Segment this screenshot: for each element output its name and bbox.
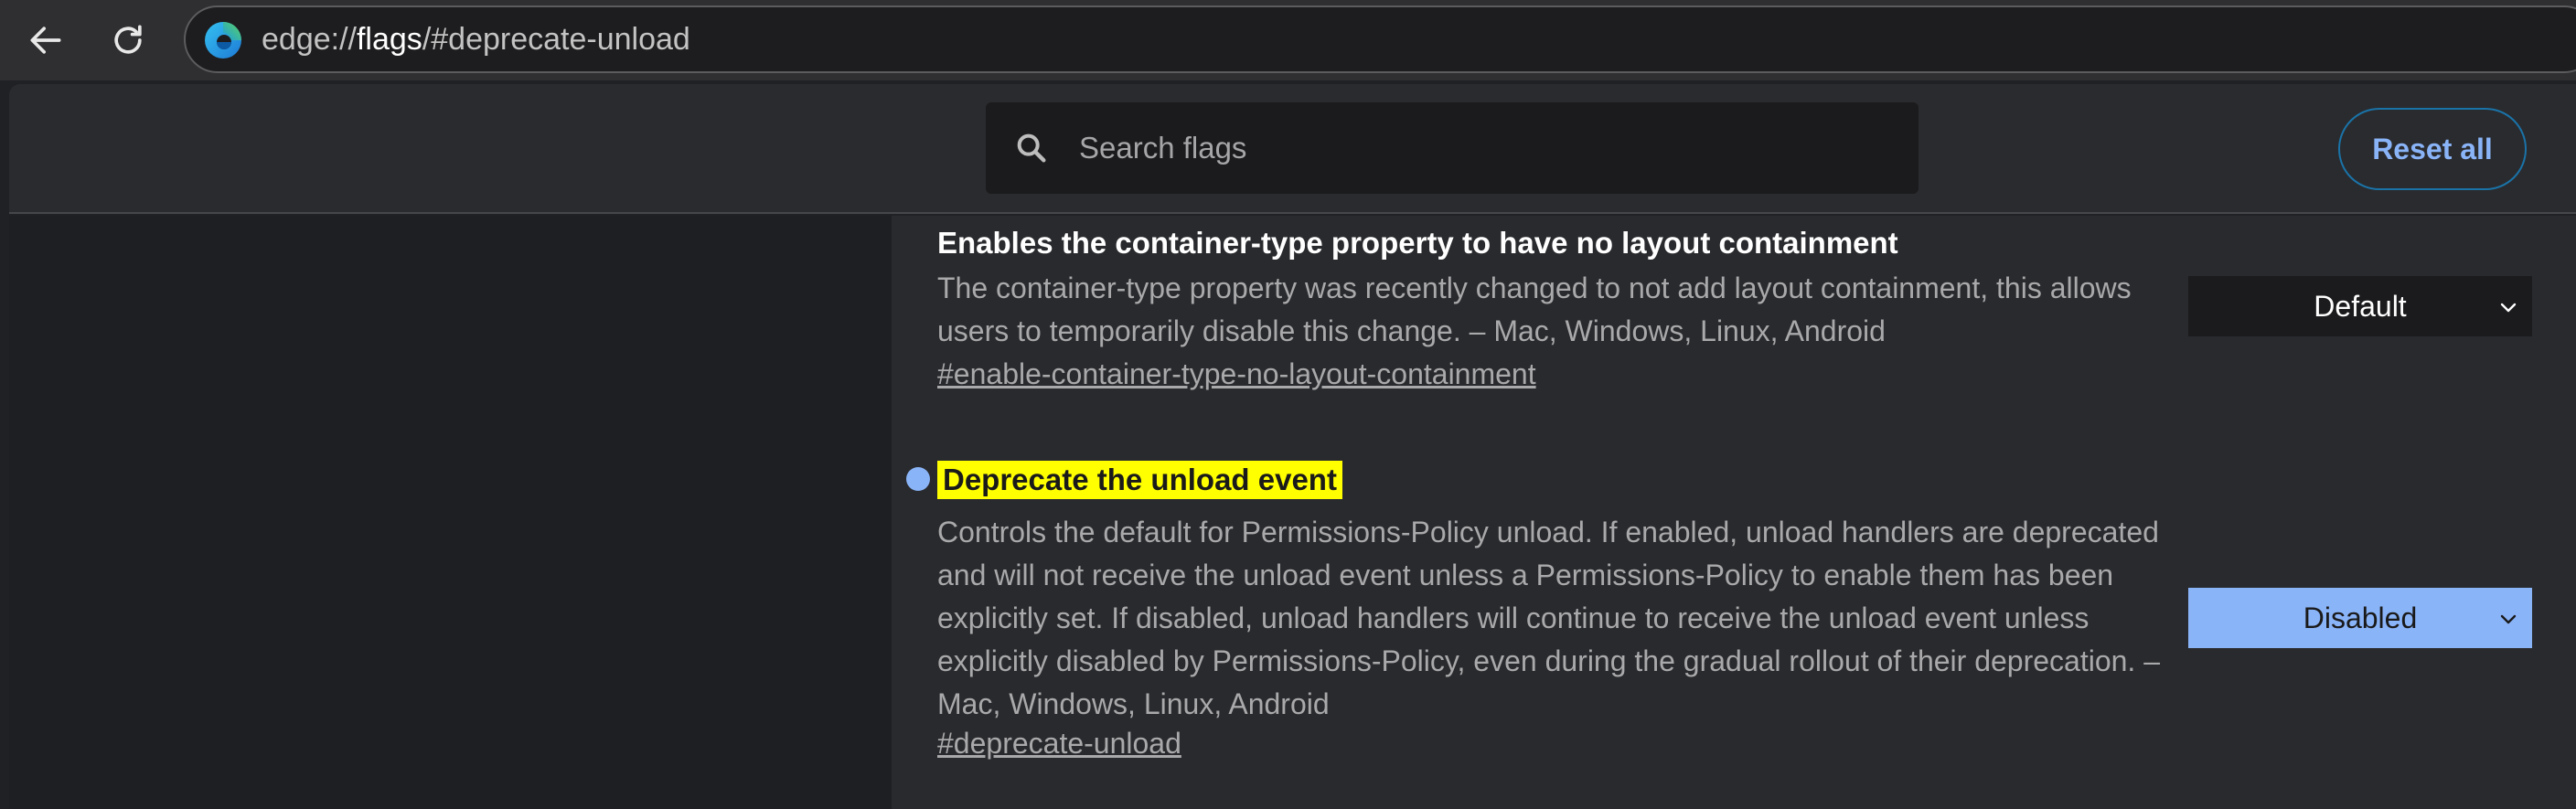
- url-text[interactable]: edge://flags/#deprecate-unload: [262, 7, 690, 71]
- flag-description: Controls the default for Permissions-Pol…: [937, 516, 2160, 720]
- flag-title: Enables the container-type property to h…: [937, 226, 1898, 260]
- flag-title: Deprecate the unload event: [937, 461, 1342, 499]
- reload-icon: [114, 25, 142, 54]
- flag-select-value: Disabled: [2303, 601, 2418, 634]
- reset-all-button[interactable]: Reset all: [2338, 108, 2527, 190]
- url-host: flags: [356, 22, 422, 57]
- edge-logo-icon: [205, 22, 241, 59]
- back-button[interactable]: [16, 11, 75, 69]
- flags-page: Reset all Enables the container-type pro…: [9, 84, 2576, 809]
- flag-select-value: Default: [2314, 289, 2407, 323]
- flag-select[interactable]: Disabled: [2188, 588, 2532, 648]
- search-box[interactable]: [986, 102, 1919, 194]
- flag-link[interactable]: #enable-container-type-no-layout-contain…: [937, 357, 1536, 391]
- url-path: /#deprecate-unload: [422, 22, 690, 57]
- browser-toolbar: edge://flags/#deprecate-unload: [0, 0, 2576, 80]
- flag-item-highlighted: Deprecate the unload event Controls the …: [892, 453, 2576, 809]
- search-input[interactable]: [1077, 102, 1900, 194]
- back-arrow-icon: [30, 27, 61, 54]
- address-bar[interactable]: edge://flags/#deprecate-unload: [184, 5, 2576, 73]
- search-icon: [1017, 133, 1046, 163]
- flags-list: Enables the container-type property to h…: [892, 216, 2576, 809]
- chevron-down-icon: [2500, 303, 2517, 313]
- flag-link[interactable]: #deprecate-unload: [937, 727, 1181, 761]
- flag-item: Enables the container-type property to h…: [892, 216, 2576, 453]
- chevron-down-icon: [2500, 614, 2517, 624]
- flag-description: The container-type property was recently…: [937, 271, 2132, 347]
- reload-button[interactable]: [99, 11, 157, 69]
- flag-select[interactable]: Default: [2188, 276, 2532, 336]
- url-scheme: edge://: [262, 22, 357, 57]
- left-panel: [9, 216, 892, 809]
- modified-indicator: [906, 467, 930, 491]
- flags-header: Reset all: [9, 84, 2576, 214]
